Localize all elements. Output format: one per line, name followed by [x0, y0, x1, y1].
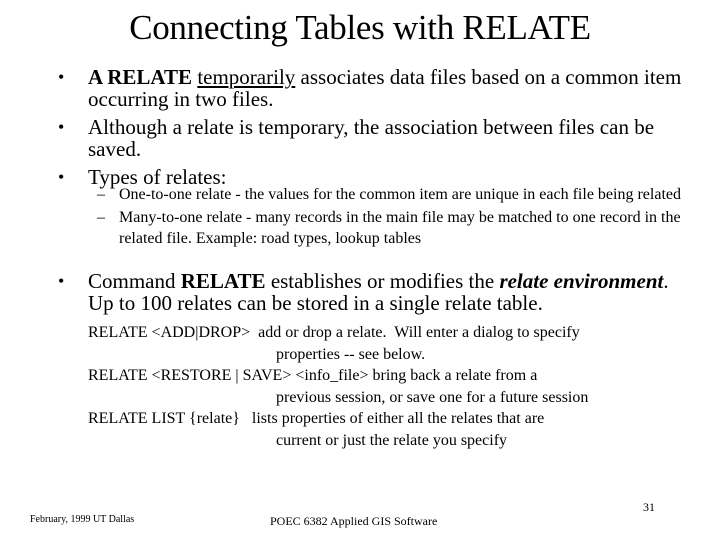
sub-bullet-text: One-to-one relate - the values for the c…: [119, 186, 681, 203]
slide-title: Connecting Tables with RELATE: [129, 8, 591, 47]
bullet-icon: •: [58, 271, 65, 291]
footer-date: February, 1999 UT Dallas: [30, 514, 135, 525]
command-bullet: • Command RELATE establishes or modifies…: [56, 270, 696, 320]
command-text: RELATE <RESTORE | SAVE> <info_file> brin…: [88, 367, 538, 384]
bullet-item: • Command RELATE establishes or modifies…: [56, 270, 696, 314]
bullet-italic-text: relate environment: [499, 269, 664, 293]
sub-bullet-list: – One-to-one relate - the values for the…: [97, 184, 697, 251]
page-number: 31: [643, 500, 655, 514]
bullet-text: establishes or modifies the: [265, 269, 500, 293]
bullet-icon: •: [58, 67, 65, 87]
bullet-text: Although a relate is temporary, the asso…: [88, 115, 655, 161]
command-item: RELATE LIST {relate} lists properties of…: [88, 408, 688, 451]
command-text: RELATE <ADD|DROP> add or drop a relate. …: [88, 324, 580, 341]
bullet-underlined-text: temporarily: [197, 65, 296, 89]
footer-course: POEC 6382 Applied GIS Software: [270, 514, 438, 528]
bullet-icon: •: [58, 117, 65, 137]
bullet-list: • A RELATE temporarily associates data f…: [56, 66, 696, 194]
bullet-item: • Although a relate is temporary, the as…: [56, 116, 696, 160]
command-continuation: properties -- see below.: [276, 345, 426, 363]
sub-bullet-item: – One-to-one relate - the values for the…: [97, 184, 697, 205]
bullet-bold-text: A RELATE: [88, 65, 193, 89]
bullet-text: Command: [88, 269, 181, 293]
command-continuation: previous session, or save one for a futu…: [276, 388, 589, 406]
bullet-item: • A RELATE temporarily associates data f…: [56, 66, 696, 110]
dash-icon: –: [97, 186, 105, 203]
command-text: RELATE LIST {relate} lists properties of…: [88, 410, 545, 427]
dash-icon: –: [97, 209, 105, 226]
sub-bullet-item: – Many-to-one relate - many records in t…: [97, 207, 697, 249]
bullet-icon: •: [58, 167, 65, 187]
bullet-bold-text: RELATE: [180, 269, 266, 293]
sub-bullet-text: Many-to-one relate - many records in the…: [119, 209, 681, 247]
command-list: RELATE <ADD|DROP> add or drop a relate. …: [88, 322, 688, 451]
command-continuation: current or just the relate you specify: [276, 431, 508, 449]
command-item: RELATE <ADD|DROP> add or drop a relate. …: [88, 322, 688, 365]
command-item: RELATE <RESTORE | SAVE> <info_file> brin…: [88, 365, 688, 408]
